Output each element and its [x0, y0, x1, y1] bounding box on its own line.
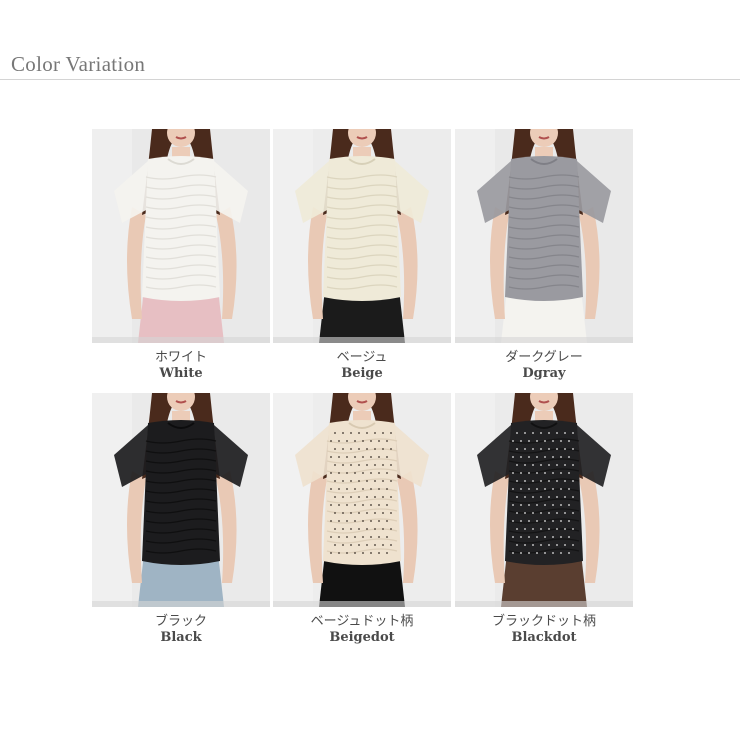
variant-card-blackdot[interactable]: ブラックドット柄 Blackdot [455, 393, 633, 646]
variant-name-en: Blackdot [511, 630, 577, 645]
variant-name-en: Beigedot [329, 630, 395, 645]
variant-card-beigedot[interactable]: ベージュドット柄 Beigedot [273, 393, 451, 646]
variant-name-jp: ベージュドット柄 [310, 614, 414, 629]
variant-name-jp: ブラック [154, 614, 207, 629]
section-title: Color Variation [11, 52, 146, 76]
variant-name-jp: ベージュ [336, 350, 388, 365]
variant-name-jp: ダークグレー [505, 350, 583, 365]
variant-name-en: White [159, 366, 203, 381]
variant-name-en: Beige [341, 366, 383, 381]
product-photo[interactable] [92, 393, 270, 607]
model-illustration [273, 393, 451, 607]
variant-caption: ブラックドット柄 Blackdot [455, 614, 633, 646]
model-illustration [92, 129, 270, 343]
model-illustration [455, 129, 633, 343]
variant-name-en: Dgray [522, 366, 566, 381]
variant-name-en: Black [160, 630, 202, 645]
variant-caption: ダークグレー Dgray [455, 350, 633, 382]
model-illustration [273, 129, 451, 343]
title-divider [0, 79, 740, 80]
variant-caption: ベージュドット柄 Beigedot [273, 614, 451, 646]
product-photo[interactable] [92, 129, 270, 343]
model-illustration [92, 393, 270, 607]
product-photo[interactable] [273, 393, 451, 607]
variant-card-beige[interactable]: ベージュ Beige [273, 129, 451, 382]
variant-card-dgray[interactable]: ダークグレー Dgray [455, 129, 633, 382]
product-photo[interactable] [273, 129, 451, 343]
variant-card-black[interactable]: ブラック Black [92, 393, 270, 646]
variant-card-white[interactable]: ホワイト White [92, 129, 270, 382]
product-photo[interactable] [455, 393, 633, 607]
variant-caption: ブラック Black [92, 614, 270, 646]
variant-caption: ベージュ Beige [273, 350, 451, 382]
variant-name-jp: ホワイト [154, 350, 207, 365]
model-illustration [455, 393, 633, 607]
variant-caption: ホワイト White [92, 350, 270, 382]
variant-name-jp: ブラックドット柄 [491, 614, 596, 629]
product-photo[interactable] [455, 129, 633, 343]
